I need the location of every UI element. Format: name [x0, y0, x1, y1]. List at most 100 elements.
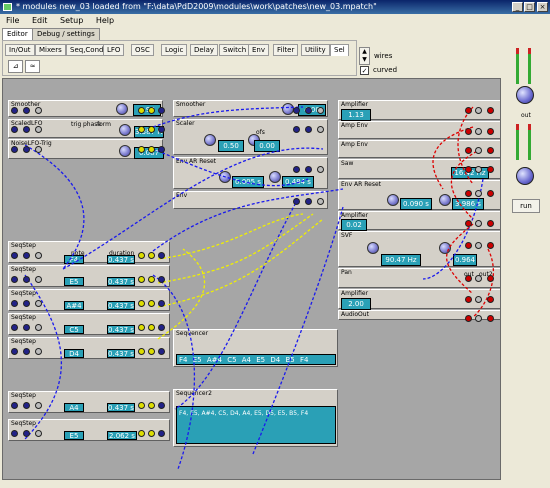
jack-port[interactable]	[138, 276, 145, 283]
env2-attack-value[interactable]: 0.090 s	[400, 198, 432, 210]
step-note-value[interactable]: A#4	[64, 301, 84, 310]
jack-port[interactable]	[11, 324, 18, 331]
jack-port[interactable]	[487, 296, 494, 303]
step-note-value[interactable]: E5	[64, 431, 84, 440]
palette-tab-delay[interactable]: Delay	[190, 44, 219, 56]
jack-port[interactable]	[35, 126, 42, 133]
jack-port[interactable]	[305, 166, 312, 173]
jack-port[interactable]	[23, 252, 30, 259]
jack-port[interactable]	[465, 220, 472, 227]
jack-port[interactable]	[158, 252, 165, 259]
module-seq-step-3[interactable]: SeqStep A#4 0.437 s	[8, 289, 170, 311]
env-release-knob[interactable]	[269, 171, 281, 183]
jack-port[interactable]	[23, 276, 30, 283]
wave-tool-icon[interactable]: ⊿	[8, 60, 23, 73]
menu-help[interactable]: Help	[96, 16, 114, 25]
jack-port[interactable]	[35, 276, 42, 283]
jack-port[interactable]	[317, 126, 324, 133]
jack-port[interactable]	[11, 300, 18, 307]
palette-tab-osc[interactable]: OSC	[131, 44, 154, 56]
step-duration-value[interactable]: 0.437 s	[107, 349, 135, 358]
step-note-value[interactable]: E5	[64, 277, 84, 286]
jack-port[interactable]	[487, 107, 494, 114]
module-seq-step-5[interactable]: SeqStep D4 0.437 s	[8, 337, 170, 359]
jack-port[interactable]	[487, 190, 494, 197]
jack-port[interactable]	[148, 324, 155, 331]
jack-port[interactable]	[487, 147, 494, 154]
jack-port[interactable]	[317, 166, 324, 173]
jack-port[interactable]	[148, 430, 155, 437]
jack-port[interactable]	[465, 275, 472, 282]
jack-port[interactable]	[475, 107, 482, 114]
jack-port[interactable]	[138, 348, 145, 355]
svf-cutoff-knob[interactable]	[367, 242, 379, 254]
jack-port[interactable]	[293, 126, 300, 133]
jack-port[interactable]	[23, 146, 30, 153]
jack-port[interactable]	[23, 430, 30, 437]
env2-release-knob[interactable]	[439, 194, 451, 206]
step-duration-value[interactable]: 0.437 s	[107, 325, 135, 334]
env-release-value[interactable]: 0.484 s	[282, 176, 314, 188]
jack-port[interactable]	[293, 198, 300, 205]
jack-port[interactable]	[158, 430, 165, 437]
jack-port[interactable]	[305, 126, 312, 133]
wire-spin-buttons[interactable]: ▲ ▼	[359, 47, 370, 65]
jack-port[interactable]	[138, 402, 145, 409]
jack-port[interactable]	[293, 166, 300, 173]
module-seq-step-4[interactable]: SeqStep C5 0.437 s	[8, 313, 170, 335]
jack-port[interactable]	[11, 252, 18, 259]
module-seq-step-6[interactable]: SeqStep A4 0.437 s	[8, 391, 170, 413]
noise-knob[interactable]	[119, 145, 131, 157]
jack-port[interactable]	[148, 126, 155, 133]
jack-port[interactable]	[11, 348, 18, 355]
palette-tab-utility[interactable]: Utility	[301, 44, 330, 56]
jack-port[interactable]	[35, 402, 42, 409]
jack-port[interactable]	[138, 324, 145, 331]
patch-canvas[interactable]: Smoother 0.96 ScaledLFO trig phase form …	[2, 78, 501, 480]
module-svf[interactable]: SVF 90.47 Hz 0.964	[338, 231, 500, 267]
jack-port[interactable]	[11, 276, 18, 283]
jack-port[interactable]	[138, 146, 145, 153]
env2-attack-knob[interactable]	[387, 194, 399, 206]
jack-port[interactable]	[465, 296, 472, 303]
maximize-button[interactable]: □	[524, 2, 535, 12]
step-duration-value[interactable]: 2.062 s	[107, 431, 137, 440]
jack-port[interactable]	[11, 430, 18, 437]
jack-port[interactable]	[23, 300, 30, 307]
jack-port[interactable]	[475, 166, 482, 173]
jack-port[interactable]	[35, 300, 42, 307]
jack-port[interactable]	[138, 430, 145, 437]
step-note-value[interactable]: D4	[64, 349, 84, 358]
jack-port[interactable]	[487, 315, 494, 322]
jack-port[interactable]	[475, 296, 482, 303]
palette-tab-mixers[interactable]: Mixers	[35, 44, 66, 56]
jack-port[interactable]	[487, 242, 494, 249]
lfo-rate-knob[interactable]	[119, 124, 131, 136]
jack-port[interactable]	[317, 107, 324, 114]
jack-port[interactable]	[35, 430, 42, 437]
jack-port[interactable]	[475, 190, 482, 197]
palette-tab-logic[interactable]: Logic	[161, 44, 188, 56]
jack-port[interactable]	[35, 348, 42, 355]
step-note-value[interactable]: C5	[64, 325, 84, 334]
run-button[interactable]: run	[512, 199, 540, 213]
jack-port[interactable]	[465, 128, 472, 135]
module-seq-step-7[interactable]: SeqStep E5 2.062 s	[8, 419, 170, 441]
jack-port[interactable]	[465, 190, 472, 197]
tab-editor[interactable]: Editor	[2, 28, 33, 40]
palette-tab-lfo[interactable]: LFO	[103, 44, 125, 56]
jack-port[interactable]	[11, 402, 18, 409]
minimize-button[interactable]: _	[512, 2, 523, 12]
amplifier2-value[interactable]: 0.02	[341, 219, 367, 231]
jack-port[interactable]	[487, 220, 494, 227]
jack-port[interactable]	[487, 275, 494, 282]
jack-port[interactable]	[23, 126, 30, 133]
jack-port[interactable]	[23, 348, 30, 355]
jack-port[interactable]	[465, 147, 472, 154]
jack-port[interactable]	[23, 324, 30, 331]
jack-port[interactable]	[158, 276, 165, 283]
sequencer-notes[interactable]: F4 E5 A#4 C5 A4 E5 D4 B5 F4	[176, 354, 336, 365]
output-knob[interactable]	[516, 167, 534, 185]
scaler-offset-value[interactable]: 0.00	[254, 140, 280, 152]
jack-port[interactable]	[158, 107, 165, 114]
